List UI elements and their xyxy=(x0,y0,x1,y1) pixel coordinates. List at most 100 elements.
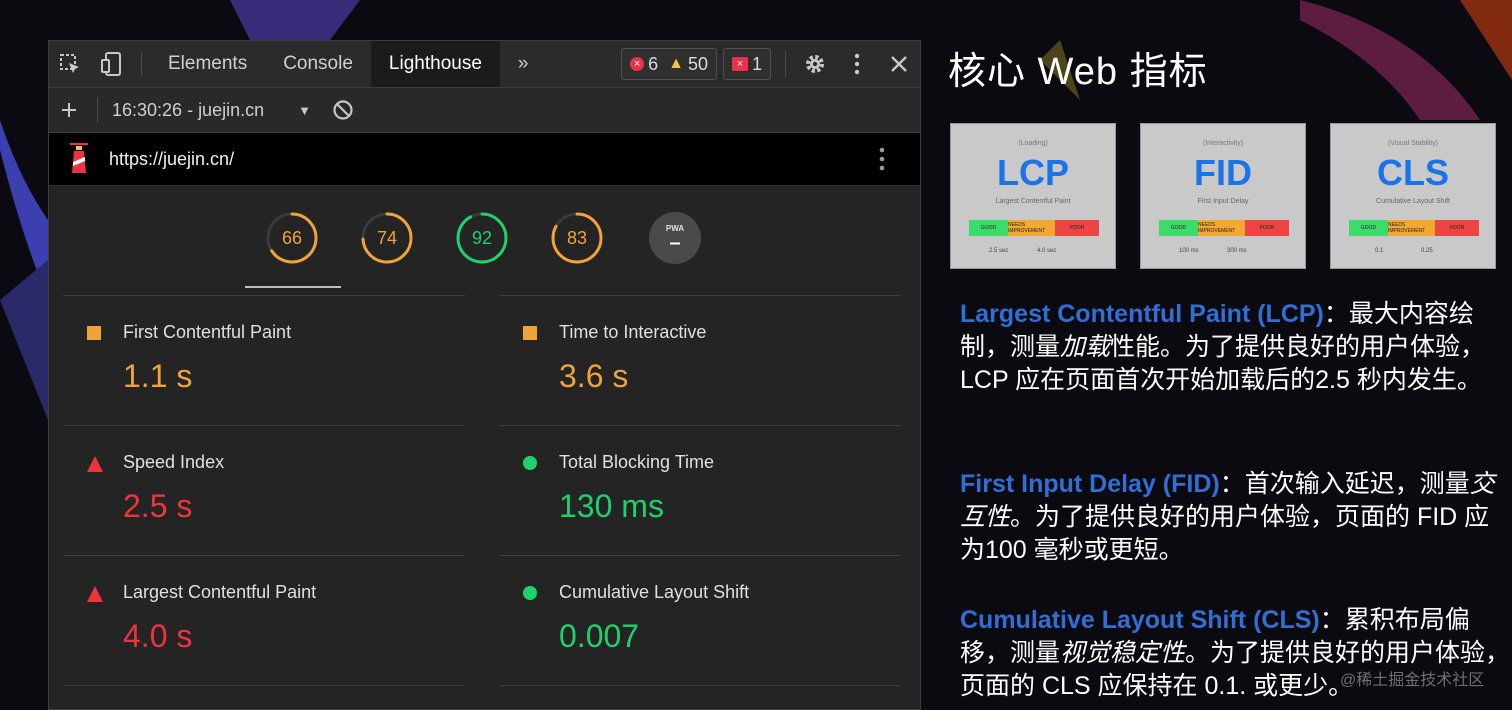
separator xyxy=(141,51,142,77)
separator xyxy=(97,97,98,123)
issue-icon: × xyxy=(731,57,748,71)
card-abbr: FID xyxy=(1194,152,1252,193)
scale-poor: POOR xyxy=(1244,220,1289,236)
card-subtitle: Largest Contentful Paint xyxy=(995,198,1071,205)
close-icon[interactable] xyxy=(878,41,920,87)
scale-poor: POOR xyxy=(1054,220,1099,236)
scale-good: GOOD xyxy=(1349,220,1388,236)
scale-needs-improvement: NEEDS IMPROVEMENT xyxy=(1198,220,1245,236)
score-value: 74 xyxy=(376,227,398,248)
lcp-term: Largest Contentful Paint (LCP) xyxy=(960,300,1324,328)
issue-count: 1 xyxy=(751,53,762,74)
card-category: (Loading) xyxy=(1018,140,1048,147)
metric-cumulative-layout-shift: Cumulative Layout Shift 0.007 xyxy=(499,555,901,685)
metric-value: 0.007 xyxy=(559,618,640,654)
cls-term: Cumulative Layout Shift (CLS) xyxy=(960,606,1320,634)
more-tabs-button[interactable]: » xyxy=(500,41,547,87)
fid-term: First Input Delay (FID) xyxy=(960,470,1220,498)
metric-label: Total Blocking Time xyxy=(559,452,715,472)
red-triangle-icon xyxy=(87,586,103,602)
metric-first-contentful-paint: First Contentful Paint 1.1 s xyxy=(63,295,465,425)
inspect-element-icon[interactable] xyxy=(49,41,91,87)
error-count: 6 xyxy=(648,53,659,74)
devtools-tabbar: Elements Console Lighthouse » × 6 ▲ 50 ×… xyxy=(49,41,920,88)
tick-2: 0.25 xyxy=(1421,248,1433,254)
metric-value: 3.6 s xyxy=(559,358,629,394)
metric-label: Time to Interactive xyxy=(559,322,707,342)
scale-poor: POOR xyxy=(1434,220,1479,236)
tick-2: 300 ms xyxy=(1227,248,1247,254)
score-gauge-seo[interactable]: 83 xyxy=(549,210,605,266)
fid-card: (Interactivity) FID First Input Delay GO… xyxy=(1140,123,1306,269)
page-url[interactable]: https://juejin.cn/ xyxy=(109,149,234,170)
card-category: (Visual Stability) xyxy=(1387,140,1439,147)
fid-text-post: 。为了提供良好的用户体验，页面的 FID 应为100 毫秒或更短。 xyxy=(960,503,1490,564)
score-value: 83 xyxy=(566,227,588,248)
red-triangle-icon xyxy=(87,456,103,472)
report-selector[interactable]: 16:30:26 - juejin.cn ▼ xyxy=(112,100,311,121)
scale-needs-improvement: NEEDS IMPROVEMENT xyxy=(1008,220,1055,236)
score-gauge-accessibility[interactable]: 74 xyxy=(359,210,415,266)
tick-1: 100 ms xyxy=(1179,248,1199,254)
metric-value: 2.5 s xyxy=(123,488,193,524)
lcp-text-emphasis: 加载 xyxy=(1060,333,1111,361)
chevron-down-icon: ▼ xyxy=(298,102,311,118)
metric-time-to-interactive: Time to Interactive 3.6 s xyxy=(499,295,901,425)
tab-lighthouse[interactable]: Lighthouse xyxy=(370,41,500,87)
orange-square-icon xyxy=(523,326,537,340)
watermark: @稀土掘金技术社区 xyxy=(1340,672,1485,689)
metrics-bottom-divider xyxy=(499,685,901,686)
score-gauge-best-practices[interactable]: 92 xyxy=(454,210,510,266)
more-vertical-icon[interactable] xyxy=(872,133,892,185)
scale-good: GOOD xyxy=(969,220,1008,236)
add-report-icon[interactable] xyxy=(49,88,89,132)
score-value: 92 xyxy=(471,227,493,248)
gear-icon[interactable] xyxy=(794,41,836,87)
score-value: 66 xyxy=(281,227,303,248)
clear-icon[interactable] xyxy=(323,88,363,132)
threshold-scale: GOOD NEEDS IMPROVEMENT POOR xyxy=(969,220,1099,236)
metric-value: 4.0 s xyxy=(123,618,193,654)
tab-elements[interactable]: Elements xyxy=(150,41,265,87)
error-icon: × xyxy=(630,57,645,71)
score-gauges: 66 74 92 83 PWA – xyxy=(49,186,920,296)
metrics-bottom-divider xyxy=(63,685,465,686)
metric-total-blocking-time: Total Blocking Time 130 ms xyxy=(499,425,901,555)
lighthouse-logo-icon xyxy=(53,133,105,185)
fid-text-pre: ：首次输入延迟，测量 xyxy=(1219,470,1470,498)
more-vertical-icon[interactable] xyxy=(836,41,878,87)
active-gauge-underline xyxy=(245,286,341,288)
warning-icon: ▲ xyxy=(668,55,684,72)
green-circle-icon xyxy=(523,586,537,600)
metric-value: 1.1 s xyxy=(123,358,193,394)
orange-square-icon xyxy=(87,326,101,340)
pwa-value: – xyxy=(669,232,681,254)
fid-description: First Input Delay (FID)：首次输入延迟，测量交互性。为了提… xyxy=(960,468,1512,567)
device-toolbar-icon[interactable] xyxy=(91,41,133,87)
metric-label: Largest Contentful Paint xyxy=(123,582,317,602)
issues-badge[interactable]: × 1 xyxy=(722,48,771,80)
separator xyxy=(785,51,786,77)
card-abbr: LCP xyxy=(997,152,1069,193)
errors-warnings-badge[interactable]: × 6 ▲ 50 xyxy=(621,48,717,80)
score-gauge-pwa[interactable]: PWA – xyxy=(647,210,703,266)
tick-2: 4.0 sec xyxy=(1037,248,1057,254)
tick-1: 2.5 sec xyxy=(989,248,1009,254)
metric-value: 130 ms xyxy=(559,488,664,524)
report-label: 16:30:26 - juejin.cn xyxy=(112,99,265,120)
lcp-description: Largest Contentful Paint (LCP)：最大内容绘制，测量… xyxy=(960,298,1512,397)
warning-count: 50 xyxy=(687,53,708,74)
card-abbr: CLS xyxy=(1377,152,1449,193)
card-subtitle: Cumulative Layout Shift xyxy=(1376,198,1450,205)
scale-good: GOOD xyxy=(1159,220,1198,236)
metric-label: Speed Index xyxy=(123,452,225,472)
card-subtitle: First Input Delay xyxy=(1197,198,1249,205)
tab-console[interactable]: Console xyxy=(265,41,371,87)
lcp-card: (Loading) LCP Largest Contentful Paint G… xyxy=(950,123,1116,269)
cls-text-emphasis: 视觉稳定性 xyxy=(1060,639,1186,667)
metric-speed-index: Speed Index 2.5 s xyxy=(63,425,465,555)
devtools-panel: Elements Console Lighthouse » × 6 ▲ 50 ×… xyxy=(48,40,921,710)
score-gauge-performance[interactable]: 66 xyxy=(264,210,320,266)
cls-card: (Visual Stability) CLS Cumulative Layout… xyxy=(1330,123,1496,269)
metric-label: First Contentful Paint xyxy=(123,322,292,342)
